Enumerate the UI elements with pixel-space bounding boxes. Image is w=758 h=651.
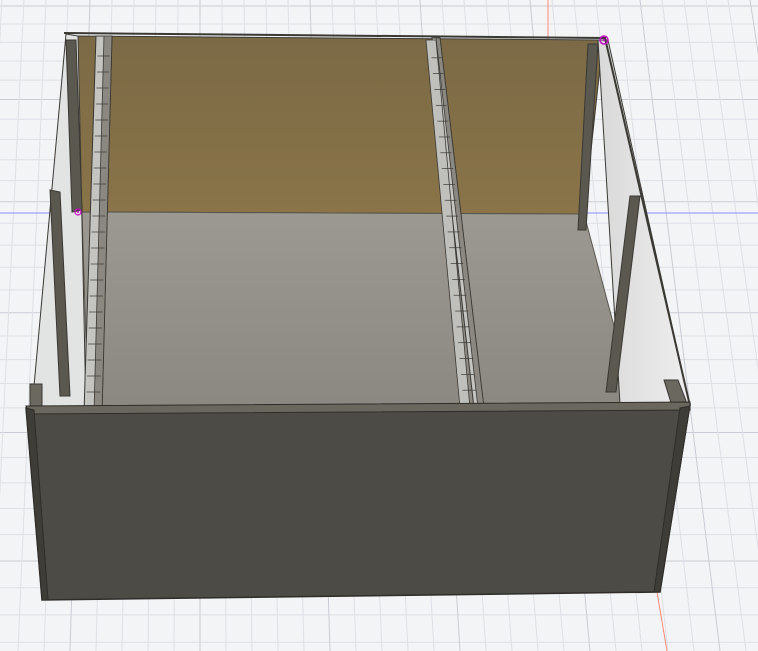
grid-line-v	[0, 0, 3, 46]
box-model[interactable]	[25, 32, 691, 601]
grid-line-v	[661, 0, 747, 651]
3d-viewport[interactable]	[0, 0, 758, 651]
floor	[81, 211, 637, 411]
grid-line-v	[749, 0, 758, 56]
grid-line-v	[727, 0, 758, 207]
grid-line-v	[705, 0, 758, 372]
grid-line-v	[683, 0, 758, 552]
front-wall[interactable]	[25, 403, 691, 601]
grid-line-v	[0, 0, 25, 499]
back-wall	[73, 35, 604, 215]
scene-canvas[interactable]	[0, 0, 758, 651]
